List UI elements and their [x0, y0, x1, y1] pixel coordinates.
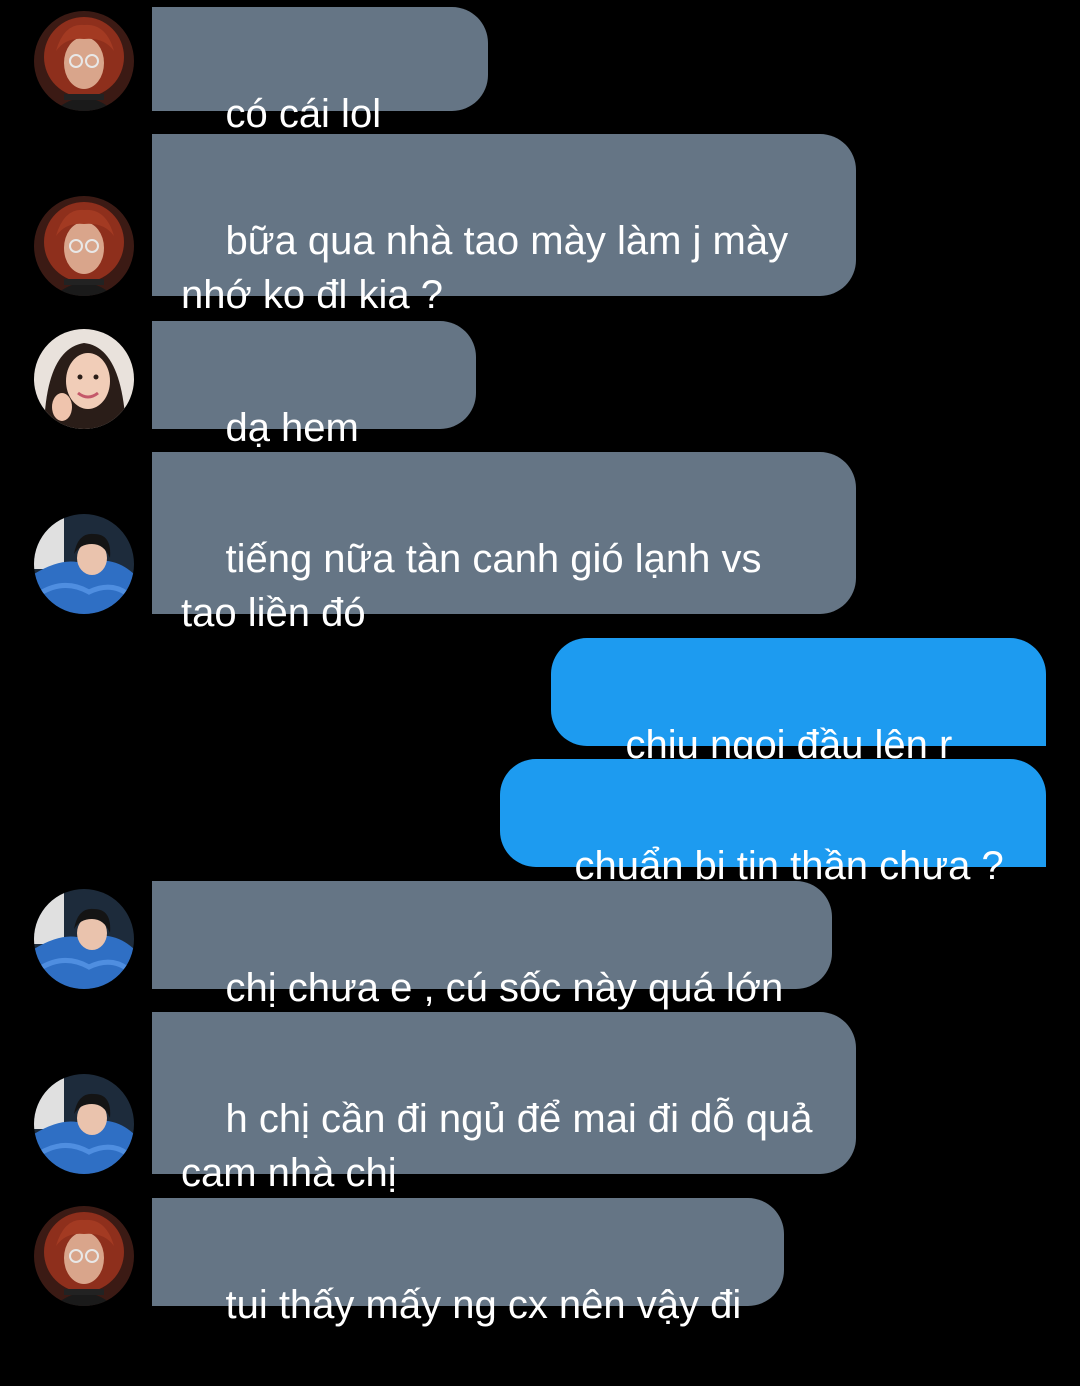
avatar-red-hair[interactable]: [34, 196, 134, 296]
message-text: tiếng nữa tàn canh gió lạnh vs tao liền …: [181, 537, 773, 635]
message-bubble-incoming[interactable]: tiếng nữa tàn canh gió lạnh vs tao liền …: [152, 452, 856, 635]
message-text: chị chưa e , cú sốc này quá lớn: [225, 966, 784, 1010]
avatar-red-hair[interactable]: [34, 1206, 134, 1306]
message-bubble-outgoing[interactable]: chuẩn bị tin thần chưa ?: [500, 759, 1046, 888]
avatar-smiling-girl[interactable]: [34, 329, 134, 429]
message-bubble-incoming[interactable]: dạ hem: [152, 321, 476, 545]
message-row: chuẩn bị tin thần chưa ?: [0, 759, 1080, 888]
message-row: có cái lol trâu: [0, 7, 1080, 190]
message-row: tui thấy mấy ng cx nên vậy đi: [0, 1198, 1080, 1327]
chat-screen: { "colors": { "background": "#000000", "…: [0, 0, 1080, 1327]
message-text: tui thấy mấy ng cx nên vậy đi: [225, 1283, 742, 1327]
avatar-blue-sweater[interactable]: [34, 514, 134, 614]
avatar-blue-sweater[interactable]: [34, 1074, 134, 1174]
message-bubble-outgoing[interactable]: chịu ngoi đầu lên r kìa: [551, 638, 1046, 821]
message-row: h chị cần đi ngủ để mai đi dỗ quả cam nh…: [0, 1012, 1080, 1195]
message-bubble-incoming[interactable]: bữa qua nhà tao mày làm j mày nhớ ko đl …: [152, 134, 856, 317]
message-bubble-incoming[interactable]: tui thấy mấy ng cx nên vậy đi: [152, 1198, 784, 1327]
message-text: dạ hem: [225, 406, 359, 450]
message-row: chịu ngoi đầu lên r kìa: [0, 638, 1080, 821]
message-bubble-incoming[interactable]: h chị cần đi ngủ để mai đi dỗ quả cam nh…: [152, 1012, 856, 1195]
message-row: chị chưa e , cú sốc này quá lớn: [0, 881, 1080, 1010]
message-text: h chị cần đi ngủ để mai đi dỗ quả cam nh…: [181, 1097, 824, 1195]
message-bubble-incoming[interactable]: chị chưa e , cú sốc này quá lớn: [152, 881, 832, 1010]
message-row: tiếng nữa tàn canh gió lạnh vs tao liền …: [0, 452, 1080, 635]
message-row: dạ hem: [0, 321, 1080, 545]
avatar-red-hair[interactable]: [34, 11, 134, 111]
message-row: bữa qua nhà tao mày làm j mày nhớ ko đl …: [0, 134, 1080, 317]
message-bubble-incoming[interactable]: có cái lol trâu: [152, 7, 488, 190]
avatar-blue-sweater[interactable]: [34, 889, 134, 989]
message-text: bữa qua nhà tao mày làm j mày nhớ ko đl …: [181, 219, 800, 317]
